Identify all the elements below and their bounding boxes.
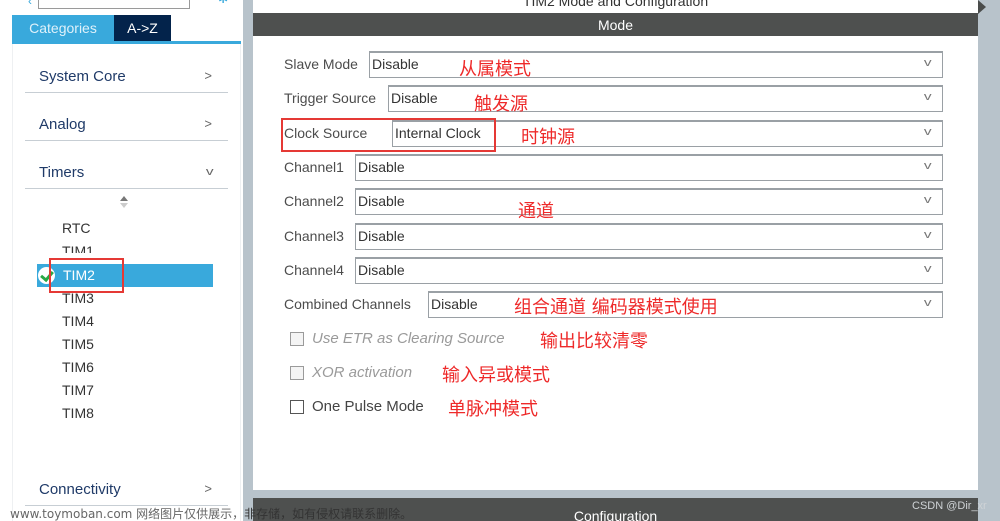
annotation-text: 输入异或模式 [442,365,550,386]
checkbox-label: One Pulse Mode [312,398,424,415]
annotation-text: 输出比较清零 [540,331,648,352]
watermark-light: www.toymoban.com 网络图片仅供展示， [10,507,245,521]
select-value: Disable [358,262,405,278]
annotation-text: 从属模式 [459,59,531,80]
checkbox-use-etr-clearing[interactable]: Use ETR as Clearing Source 输出比较清零 [290,327,790,352]
chevron-right-icon: > [204,481,212,496]
channel4-select[interactable]: Disable v [355,257,943,284]
sort-icon[interactable] [120,196,128,208]
field-label: Channel2 [284,193,344,209]
category-label: System Core [39,68,126,85]
timer-item-tim4[interactable]: TIM4 [62,313,94,329]
channel3-select[interactable]: Disable v [355,223,943,250]
field-label: Channel4 [284,262,344,278]
left-panel: ‹ ✲ Categories A->Z System Core > Analog… [0,0,243,521]
timer-item-rtc[interactable]: RTC [62,220,91,236]
panel-title: TIM2 Mode and Configuration [522,0,709,9]
chevron-down-icon: v [923,194,932,206]
field-trigger-source: Trigger Source Disable v 触发源 [284,85,944,115]
annotation-text: 单脉冲模式 [448,399,538,420]
checkbox-box[interactable] [290,400,304,414]
checkbox-label: XOR activation [312,364,413,381]
annotation-highlight-box [281,118,496,152]
sidebar-tabs: Categories A->Z [12,15,241,44]
select-value: Disable [358,193,405,209]
checkbox-box[interactable] [290,332,304,346]
timer-item-tim5[interactable]: TIM5 [62,336,94,352]
chevron-right-icon: > [204,68,212,83]
chevron-down-icon: v [923,229,932,241]
checkbox-label: Use ETR as Clearing Source [312,330,505,347]
channel2-select[interactable]: Disable v [355,188,943,215]
select-value: Disable [391,90,438,106]
category-label: Timers [39,164,85,181]
tab-categories[interactable]: Categories [12,15,114,41]
gear-icon[interactable]: ✲ [218,0,230,5]
chevron-down-icon: v [923,126,932,138]
checkbox-xor-activation[interactable]: XOR activation 输入异或模式 [290,361,790,386]
panel-divider[interactable] [243,0,253,521]
field-channel2: Channel2 Disable v 通道 [284,188,944,222]
chevron-down-icon: v [923,263,932,275]
timer-item-tim7[interactable]: TIM7 [62,382,94,398]
select-value: Disable [358,159,405,175]
category-label: Analog [39,116,86,133]
timer-item-tim8[interactable]: TIM8 [62,405,94,421]
category-analog[interactable]: Analog > [25,105,228,141]
search-input[interactable] [38,0,190,9]
field-combined-channels: Combined Channels Disable v 组合通道 编码器模式使用 [284,291,944,319]
section-divider[interactable] [253,490,978,498]
right-scroll-gutter[interactable] [978,0,1000,521]
field-slave-mode: Slave Mode Disable v 从属模式 [284,51,944,80]
chevron-right-icon: > [204,116,212,131]
annotation-text: 组合通道 编码器模式使用 [514,297,718,318]
field-label: Channel3 [284,228,344,244]
tab-a-to-z[interactable]: A->Z [114,15,171,41]
chevron-down-icon: v [923,297,932,309]
back-icon[interactable]: ‹ [28,0,32,8]
select-value: Disable [431,296,478,312]
chevron-down-icon: v [923,57,932,69]
field-label: Slave Mode [284,56,358,72]
annotation-highlight-box [49,258,124,293]
channel1-select[interactable]: Disable v [355,154,943,181]
category-system-core[interactable]: System Core > [25,57,228,93]
category-connectivity[interactable]: Connectivity > [25,470,228,506]
checkbox-box[interactable] [290,366,304,380]
chevron-down-icon: v [205,166,214,178]
timer-item-tim1[interactable]: TIM1 [62,243,94,253]
chevron-down-icon: v [923,160,932,172]
collapse-arrow-icon[interactable] [978,0,986,14]
field-channel4: Channel4 Disable v [284,257,944,285]
mode-configuration-panel: TIM2 Mode and Configuration Mode Slave M… [253,0,978,521]
select-value: Disable [358,228,405,244]
watermark-csdn: CSDN @Dir_xr [912,500,987,512]
slave-mode-select[interactable]: Disable v [369,51,943,78]
category-timers[interactable]: Timers v [25,153,228,189]
watermark-dark: 非存储，如有侵权请联系删除。 [244,507,413,521]
field-channel1: Channel1 Disable v [284,154,944,182]
mode-section-header[interactable]: Mode [253,13,978,36]
watermark: www.toymoban.com 网络图片仅供展示，非存储，如有侵权请联系删除。 [10,505,412,521]
field-channel3: Channel3 Disable v [284,223,944,251]
chevron-down-icon: v [923,91,932,103]
field-label: Channel1 [284,159,344,175]
checkbox-one-pulse-mode[interactable]: One Pulse Mode 单脉冲模式 [290,395,790,420]
select-value: Disable [372,56,419,72]
annotation-text: 通道 [518,201,554,222]
timer-item-tim6[interactable]: TIM6 [62,359,94,375]
trigger-source-select[interactable]: Disable v [388,85,943,112]
field-label: Trigger Source [284,90,377,106]
field-label: Combined Channels [284,296,411,312]
annotation-text: 时钟源 [521,127,575,148]
category-label: Connectivity [39,481,121,498]
search-row: ‹ ✲ [0,0,243,15]
annotation-text: 触发源 [474,94,528,115]
